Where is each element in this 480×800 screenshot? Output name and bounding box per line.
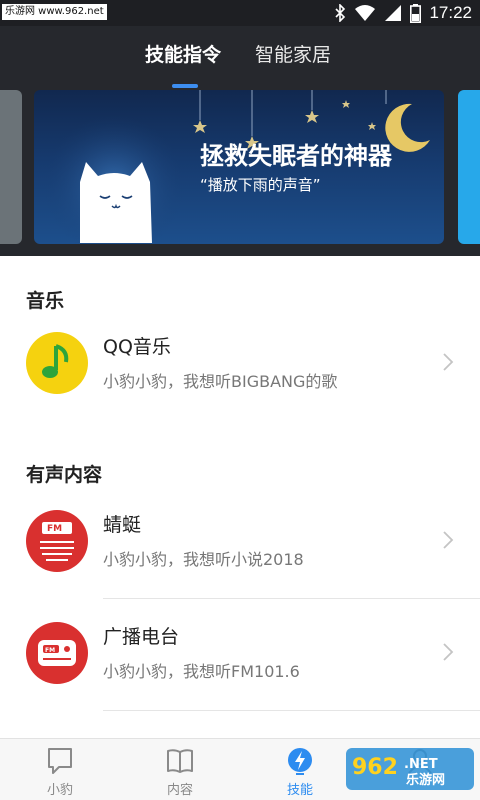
nav-tab-xiaobao[interactable]: 小豹 xyxy=(0,739,120,800)
divider xyxy=(103,598,480,599)
banner-subtitle: “播放下雨的声音” xyxy=(200,176,321,194)
nav-tab-content[interactable]: 内容 xyxy=(120,739,240,800)
qingting-fm-icon: FM xyxy=(26,510,88,572)
nav-label: 技能 xyxy=(286,783,313,798)
bluetooth-icon xyxy=(335,4,346,22)
lightning-icon xyxy=(288,748,312,775)
nav-label: 小豹 xyxy=(46,783,73,798)
tab-indicator xyxy=(172,84,198,88)
tab-smart-home[interactable]: 智能家居 xyxy=(255,40,331,67)
radio-icon: FM xyxy=(26,622,88,684)
tab-bar: 技能指令 智能家居 xyxy=(0,40,480,88)
item-example-command: 小豹小豹，我想听FM101.6 xyxy=(103,662,300,681)
item-name: QQ音乐 xyxy=(103,336,171,358)
svg-text:962: 962 xyxy=(352,755,398,780)
wifi-icon xyxy=(355,5,376,21)
svg-text:FM: FM xyxy=(45,647,55,654)
clock: 17:22 xyxy=(429,3,472,22)
chat-bubble-icon xyxy=(48,748,72,774)
watermark-logo: 962 .NET 乐游网 xyxy=(346,748,474,790)
list-item-qq-music[interactable]: QQ音乐 小豹小豹，我想听BIGBANG的歌 xyxy=(0,332,480,432)
skill-list: 音乐 QQ音乐 小豹小豹，我想听BIGBANG的歌 有声内容 FM 蜻蜓 小豹小… xyxy=(0,256,480,738)
book-icon xyxy=(167,749,193,773)
promo-banner[interactable]: 拯救失眠者的神器 “播放下雨的声音” xyxy=(34,90,444,244)
item-name: 蜻蜓 xyxy=(103,514,142,536)
nav-tab-skills[interactable]: 技能 xyxy=(240,739,360,800)
item-name: 广播电台 xyxy=(103,626,180,648)
signal-icon xyxy=(385,5,402,21)
status-icons: 17:22 xyxy=(334,0,472,26)
banner-prev-peek[interactable] xyxy=(0,90,22,244)
banner-title: 拯救失眠者的神器 xyxy=(200,142,392,170)
battery-icon xyxy=(410,3,422,23)
list-item-radio[interactable]: FM 广播电台 小豹小豹，我想听FM101.6 xyxy=(0,622,480,722)
header: 技能指令 智能家居 拯救失眠者的神器 “播放下雨的声音” xyxy=(0,26,480,256)
item-example-command: 小豹小豹，我想听BIGBANG的歌 xyxy=(103,372,338,391)
chevron-right-icon xyxy=(443,531,454,549)
item-example-command: 小豹小豹，我想听小说2018 xyxy=(103,550,304,569)
section-title-music: 音乐 xyxy=(26,290,65,312)
chevron-right-icon xyxy=(443,353,454,371)
section-title-audio-content: 有声内容 xyxy=(26,464,103,486)
status-bar: 乐游网 www.962.net 17:22 xyxy=(0,0,480,26)
qq-music-icon xyxy=(26,332,88,394)
divider xyxy=(103,710,480,711)
list-item-qingting[interactable]: FM 蜻蜓 小豹小豹，我想听小说2018 xyxy=(0,510,480,610)
svg-text:.NET: .NET xyxy=(404,757,438,772)
nav-label: 内容 xyxy=(166,783,193,798)
watermark-text: 乐游网 www.962.net xyxy=(2,4,107,20)
svg-text:乐游网: 乐游网 xyxy=(406,772,445,788)
tab-skill-commands[interactable]: 技能指令 xyxy=(145,40,221,67)
chevron-right-icon xyxy=(443,643,454,661)
banner-next-peek[interactable] xyxy=(458,90,480,244)
svg-text:FM: FM xyxy=(47,524,62,534)
